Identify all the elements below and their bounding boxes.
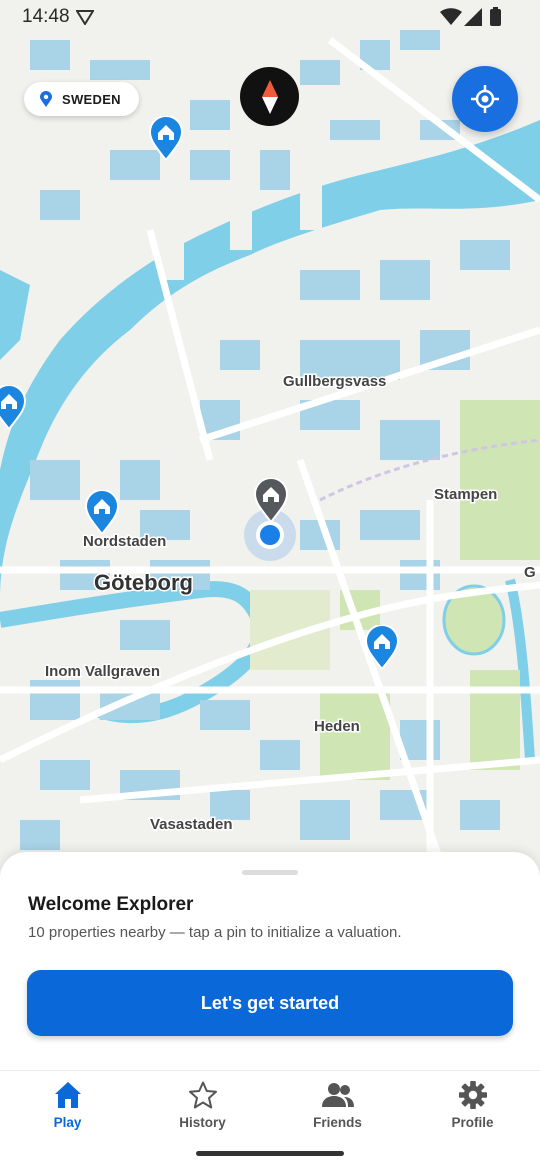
vpn-icon xyxy=(76,10,94,25)
location-chip[interactable]: SWEDEN xyxy=(24,82,139,116)
property-pin[interactable] xyxy=(0,385,26,429)
crosshair-icon xyxy=(471,85,499,113)
gesture-bar[interactable] xyxy=(196,1151,344,1156)
tab-label: Play xyxy=(53,1115,82,1130)
battery-icon xyxy=(490,7,501,26)
map-label-stampen: Stampen xyxy=(434,486,497,503)
dock xyxy=(300,175,322,230)
tab-profile[interactable]: Profile xyxy=(405,1081,540,1141)
status-bar: 14:48 xyxy=(0,0,540,34)
user-location-dot xyxy=(256,521,284,549)
map-label-vasastaden: Vasastaden xyxy=(150,816,233,833)
map-label-nordstaden: Nordstaden xyxy=(83,533,166,550)
tab-play[interactable]: Play xyxy=(0,1081,135,1141)
map-label-goteborg: Göteborg xyxy=(94,570,193,595)
park-heden xyxy=(320,690,390,780)
sheet-subtitle: 10 properties nearby — tap a pin to init… xyxy=(28,924,402,941)
tab-friends[interactable]: Friends xyxy=(270,1081,405,1141)
location-chip-label: SWEDEN xyxy=(62,91,121,107)
park xyxy=(470,670,520,770)
welcome-sheet: Welcome Explorer 10 properties nearby — … xyxy=(0,852,540,1070)
compass-icon xyxy=(261,79,278,114)
people-icon xyxy=(321,1083,354,1107)
location-pin-icon xyxy=(40,91,52,107)
tab-history[interactable]: History xyxy=(135,1081,270,1141)
sheet-drag-handle[interactable] xyxy=(242,870,298,875)
star-icon xyxy=(188,1081,217,1109)
tab-label: Profile xyxy=(451,1115,494,1130)
property-pin[interactable] xyxy=(149,116,183,160)
my-location-button[interactable] xyxy=(452,66,518,132)
dock xyxy=(230,190,252,250)
compass-button[interactable] xyxy=(240,67,299,126)
property-pin[interactable] xyxy=(365,625,399,669)
home-icon xyxy=(54,1082,81,1108)
property-pin[interactable] xyxy=(85,490,119,534)
sheet-title: Welcome Explorer xyxy=(28,894,194,915)
property-pin-selected[interactable] xyxy=(254,478,288,522)
map-label-edge: G xyxy=(524,564,536,581)
gear-icon xyxy=(458,1081,487,1109)
tab-label: Friends xyxy=(313,1115,362,1130)
park xyxy=(460,400,540,560)
map-label-heden: Heden xyxy=(314,718,360,735)
tab-label: History xyxy=(179,1115,226,1130)
map-label-gullbergsvass: Gullbergsvass xyxy=(283,373,386,390)
map-label-inom-vallgraven: Inom Vallgraven xyxy=(45,663,160,680)
status-time: 14:48 xyxy=(22,6,70,27)
signal-icon xyxy=(464,8,482,26)
wifi-icon xyxy=(440,8,462,25)
get-started-button[interactable]: Let's get started xyxy=(27,970,513,1036)
